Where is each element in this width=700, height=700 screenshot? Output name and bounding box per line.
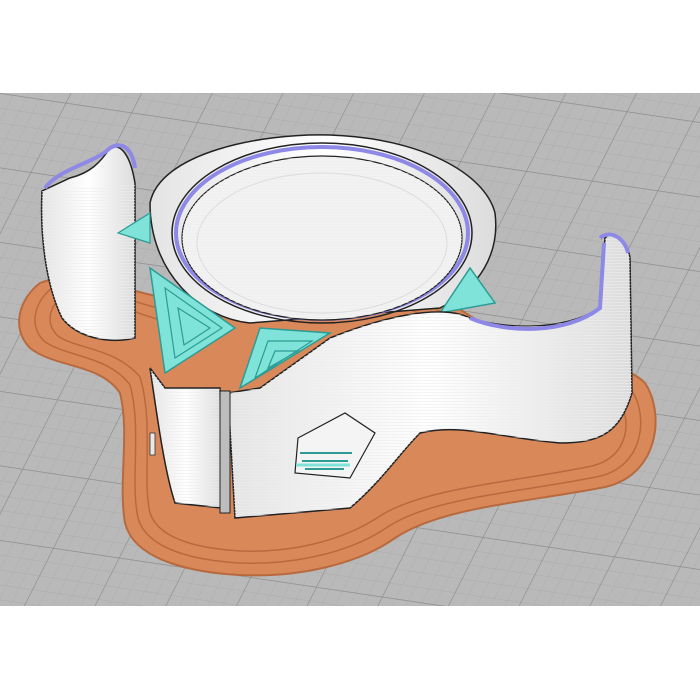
ring-body — [149, 134, 497, 324]
scene — [0, 93, 700, 606]
3d-viewport[interactable] — [0, 93, 700, 606]
